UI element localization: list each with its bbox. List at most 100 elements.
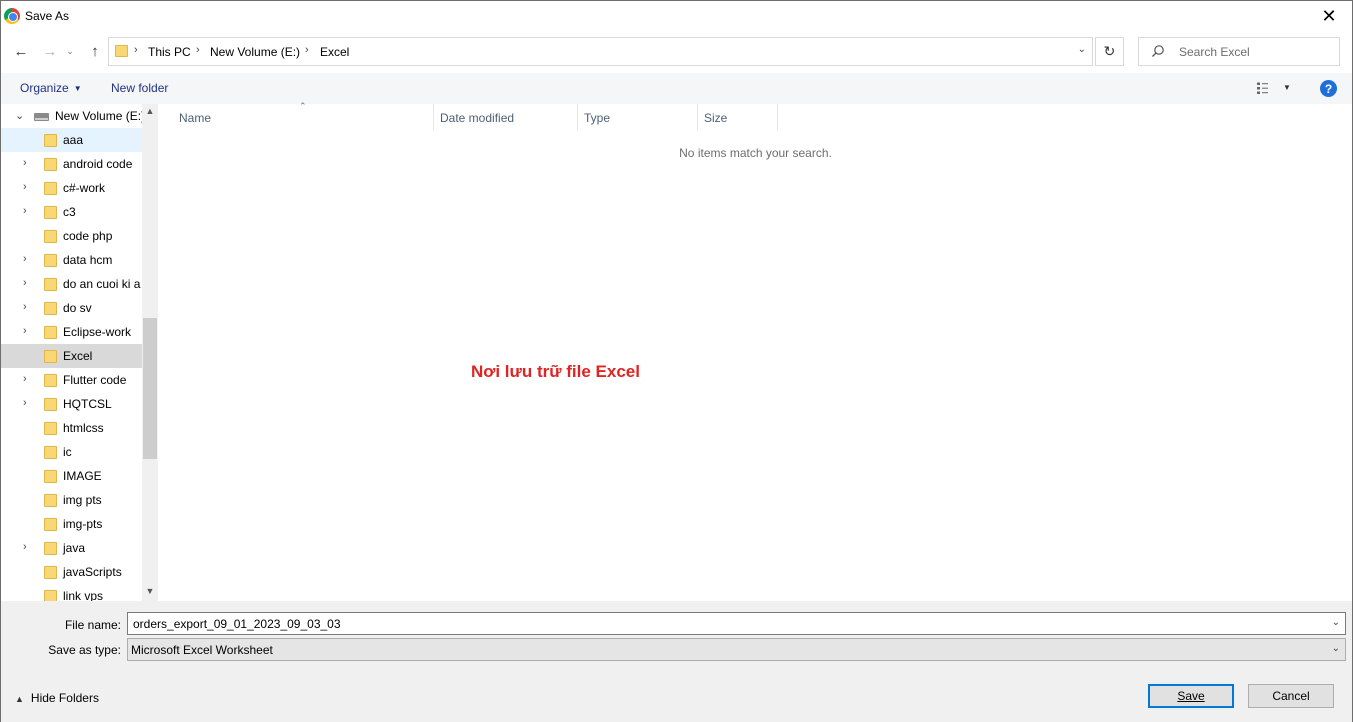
save-button[interactable]: Save bbox=[1148, 684, 1234, 708]
tree-item[interactable]: aaa bbox=[1, 128, 142, 152]
expand-chevron-icon[interactable]: › bbox=[23, 301, 33, 313]
tree-item-label: Eclipse-work bbox=[63, 325, 132, 339]
tree-item[interactable]: › HQTCSL bbox=[1, 392, 142, 416]
tree-item-label: c#-work bbox=[63, 181, 106, 195]
tree-item-label: IMAGE bbox=[63, 469, 102, 483]
tree-item[interactable]: IMAGE bbox=[1, 464, 142, 488]
folder-icon bbox=[44, 230, 57, 243]
title-bar: Save As ✕ bbox=[1, 1, 1352, 32]
column-divider[interactable] bbox=[697, 104, 698, 130]
tree-item[interactable]: › Flutter code bbox=[1, 368, 142, 392]
expand-chevron-icon[interactable]: › bbox=[23, 181, 33, 193]
search-input[interactable]: Search Excel bbox=[1179, 45, 1250, 59]
tree-item[interactable]: › java bbox=[1, 536, 142, 560]
breadcrumb-separator[interactable]: › bbox=[196, 44, 200, 56]
tree-item-label: do sv bbox=[63, 301, 92, 315]
tree-item[interactable]: javaScripts bbox=[1, 560, 142, 584]
scroll-down-arrow-icon[interactable]: ▼ bbox=[142, 586, 158, 600]
expand-chevron-icon[interactable]: › bbox=[23, 325, 33, 337]
folder-icon bbox=[44, 542, 57, 555]
tree-item[interactable]: › android code bbox=[1, 152, 142, 176]
tree-item[interactable]: code php bbox=[1, 224, 142, 248]
help-icon[interactable]: ? bbox=[1320, 80, 1337, 97]
savetype-select[interactable]: Microsoft Excel Worksheet ⌄ bbox=[127, 638, 1346, 661]
expand-chevron-icon[interactable]: › bbox=[23, 373, 33, 385]
tree-drive-new-volume[interactable]: ⌄ New Volume (E:) bbox=[1, 104, 145, 128]
scrollbar-thumb[interactable] bbox=[143, 318, 157, 459]
savetype-dropdown-chevron-icon[interactable]: ⌄ bbox=[1332, 643, 1340, 654]
filename-dropdown-chevron-icon[interactable]: ⌄ bbox=[1332, 617, 1340, 628]
tree-item[interactable]: link vps bbox=[1, 584, 142, 601]
tree-item[interactable]: › do sv bbox=[1, 296, 142, 320]
file-list[interactable]: Name ⌃ Date modified Type Size No items … bbox=[159, 101, 1352, 601]
breadcrumb-this-pc[interactable]: This PC bbox=[148, 45, 191, 59]
expand-chevron-icon[interactable]: › bbox=[23, 157, 33, 169]
breadcrumb-new-volume[interactable]: New Volume (E:) bbox=[210, 45, 300, 59]
tree-item-label: link vps bbox=[63, 589, 104, 601]
folder-icon bbox=[44, 302, 57, 315]
organize-menu-button[interactable]: Organize ▼ bbox=[20, 81, 82, 95]
column-divider[interactable] bbox=[777, 104, 778, 130]
hide-folders-label: Hide Folders bbox=[30, 691, 99, 705]
details-view-icon[interactable] bbox=[1257, 82, 1275, 95]
close-button[interactable]: ✕ bbox=[1306, 1, 1352, 32]
scroll-up-arrow-icon[interactable]: ▲ bbox=[142, 106, 158, 120]
column-header-date-modified[interactable]: Date modified bbox=[440, 104, 514, 130]
tree-item[interactable]: img-pts bbox=[1, 512, 142, 536]
folder-icon bbox=[44, 374, 57, 387]
savetype-value: Microsoft Excel Worksheet bbox=[131, 643, 273, 657]
navigation-scrollbar[interactable]: ▲ ▼ bbox=[142, 104, 158, 601]
expand-chevron-icon[interactable]: › bbox=[23, 277, 33, 289]
expand-chevron-icon[interactable]: › bbox=[23, 397, 33, 409]
expand-chevron-icon[interactable]: › bbox=[23, 205, 33, 217]
tree-item-label: android code bbox=[63, 157, 133, 171]
breadcrumb-separator[interactable]: › bbox=[134, 44, 138, 56]
expanded-chevron-icon[interactable]: ⌄ bbox=[15, 109, 25, 122]
cancel-button[interactable]: Cancel bbox=[1248, 684, 1334, 708]
navigation-pane[interactable]: ⌄ New Volume (E:) aaa › android code › c#-wo… bbox=[1, 104, 158, 601]
view-options-caret-icon[interactable]: ▼ bbox=[1283, 83, 1291, 92]
expand-chevron-icon[interactable]: › bbox=[23, 541, 33, 553]
folder-icon bbox=[44, 566, 57, 579]
tree-item-label: java bbox=[63, 541, 86, 555]
address-bar[interactable]: › This PC › New Volume (E:) › Excel ⌄ bbox=[108, 37, 1093, 66]
column-divider[interactable] bbox=[577, 104, 578, 130]
tree-item[interactable]: htmlcss bbox=[1, 416, 142, 440]
hide-folders-toggle[interactable]: ▲ Hide Folders bbox=[15, 691, 99, 705]
breadcrumb-separator[interactable]: › bbox=[305, 44, 309, 56]
folder-icon bbox=[44, 590, 57, 601]
folder-icon bbox=[44, 278, 57, 291]
folder-icon bbox=[44, 350, 57, 363]
forward-arrow-icon[interactable]: → bbox=[39, 40, 61, 62]
window-title: Save As bbox=[25, 9, 70, 23]
back-arrow-icon[interactable]: ← bbox=[10, 40, 32, 62]
tree-item[interactable]: › Eclipse-work bbox=[1, 320, 142, 344]
drive-icon bbox=[34, 113, 49, 121]
refresh-button[interactable]: ↻ bbox=[1095, 37, 1124, 66]
column-header-size[interactable]: Size bbox=[704, 104, 727, 130]
folder-icon bbox=[44, 518, 57, 531]
column-header-name[interactable]: Name bbox=[179, 104, 211, 130]
column-header-type[interactable]: Type bbox=[584, 104, 610, 130]
tree-item[interactable]: ic bbox=[1, 440, 142, 464]
tree-item-label: javaScripts bbox=[63, 565, 122, 579]
tree-item[interactable]: img pts bbox=[1, 488, 142, 512]
sort-ascending-icon: ⌃ bbox=[299, 101, 307, 111]
recent-locations-chevron-icon[interactable]: ⌄ bbox=[63, 40, 77, 62]
column-divider[interactable] bbox=[433, 104, 434, 130]
tree-item-label: data hcm bbox=[63, 253, 113, 267]
up-arrow-icon[interactable]: ↑ bbox=[84, 40, 106, 62]
filename-input[interactable]: orders_export_09_01_2023_09_03_03 ⌄ bbox=[127, 612, 1346, 635]
tree-item[interactable]: › c3 bbox=[1, 200, 142, 224]
address-dropdown-chevron-icon[interactable]: ⌄ bbox=[1078, 44, 1086, 55]
new-folder-button[interactable]: New folder bbox=[111, 81, 168, 95]
tree-item[interactable]: › data hcm bbox=[1, 248, 142, 272]
tree-item-label: htmlcss bbox=[63, 421, 104, 435]
tree-item[interactable]: › do an cuoi ki a bbox=[1, 272, 142, 296]
tree-item-label: aaa bbox=[63, 133, 84, 147]
tree-item[interactable]: Excel bbox=[1, 344, 142, 368]
expand-chevron-icon[interactable]: › bbox=[23, 253, 33, 265]
tree-item[interactable]: › c#-work bbox=[1, 176, 142, 200]
search-box[interactable]: Search Excel bbox=[1138, 37, 1340, 66]
breadcrumb-excel[interactable]: Excel bbox=[320, 45, 349, 59]
